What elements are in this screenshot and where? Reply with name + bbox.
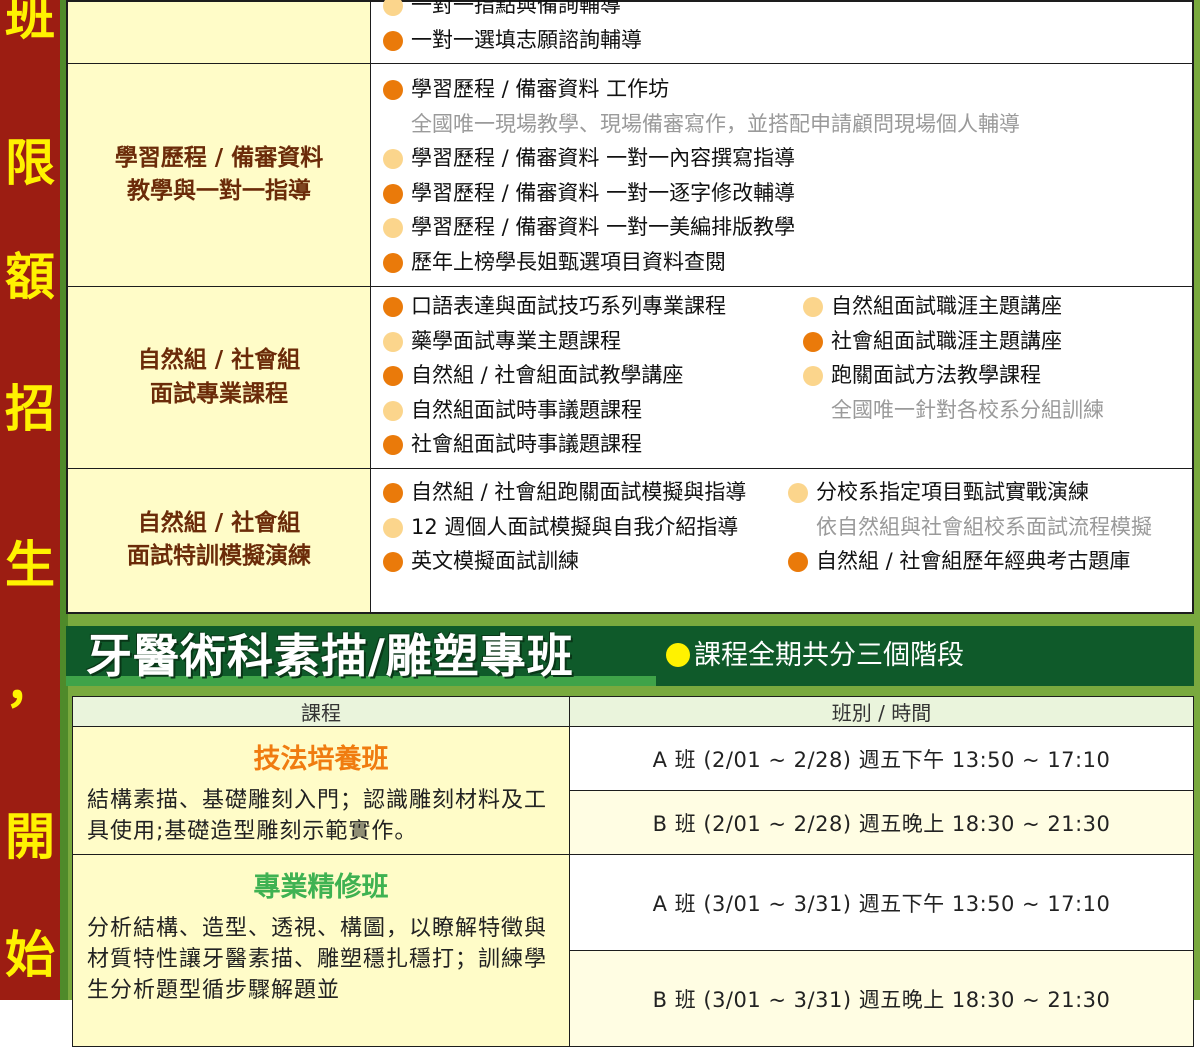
column-header: 課程 [72,696,570,727]
bullet-icon [383,80,403,100]
course-title: 技法培養班 [253,744,389,775]
bullet-icon [788,552,808,572]
bullet-icon [383,435,403,455]
bullet-icon [803,331,823,352]
category-cell [66,0,371,64]
section-title: 牙醫術科素描/雕塑專班 [86,629,574,683]
bullet-icon [666,642,690,667]
course-description: 分析結構、造型、透視、構圖，以瞭解特徵與材質特性讓牙醫素描、雕塑穩扎穩打；訓練學… [87,916,548,1003]
banner-char: ， [5,656,55,714]
list-item: 自然組 / 社會組面試教學講座 [383,358,803,393]
bullet-icon [383,183,403,204]
category-cell: 自然組 / 社會組 面試特訓模擬演練 [66,468,371,613]
list-item: 社會組面試職涯主題講座 [803,324,1192,359]
bullet-icon [383,331,403,352]
schedule-table: 課程 班別 / 時間 技法培養班 結構素描、基礎雕刻入門；認識雕刻材料及工具使用… [72,696,1194,1047]
section-subtitle: 課程全期共分三個階段 [666,626,964,686]
bullet-icon [383,252,403,273]
list-item: 社會組面試時事議題課程 [383,427,803,462]
banner-char: 開 [5,808,55,866]
bullet-icon [383,366,403,386]
vertical-banner: 班 限 額 招 生 ， 開 始 [0,0,60,1000]
course-description: 結構素描、基礎雕刻入門；認識雕刻材料及工具使用;基礎造型雕刻示範實作。 [87,788,548,844]
time-slot: A 班 (2/01 ~ 2/28) 週五下午 13:50 ~ 17:10 [569,726,1194,791]
list-item: 藥學面試專業主題課程 [383,324,803,359]
list-item: 自然組面試職涯主題講座 [803,289,1192,324]
time-slot: B 班 (3/01 ~ 3/31) 週五晚上 18:30 ~ 21:30 [569,950,1194,1047]
list-item: 分校系指定項目甄試實戰演練 [788,475,1192,510]
list-item-note: 依自然組與社會組校系面試流程模擬 [816,514,1152,539]
service-table: 一對一指點與備詢輔導 一對一選填志願諮詢輔導 學習歷程 / 備審資料 教學與一對… [66,0,1194,614]
bullet-icon [803,297,823,317]
banner-char: 額 [5,248,55,306]
bullet-icon [383,218,403,238]
bullet-icon [383,30,403,51]
list-item: 學習歷程 / 備審資料 工作坊 [383,72,1192,107]
category-cell: 自然組 / 社會組 面試專業課程 [66,286,371,469]
list-item: 學習歷程 / 備審資料 一對一美編排版教學 [383,210,1192,245]
list-item-note: 全國唯一現場教學、現場備審寫作，並搭配申請顧問現場個人輔導 [411,111,1020,136]
items-cell: 口語表達與面試技巧系列專業課程 藥學面試專業主題課程 自然組 / 社會組面試教學… [370,286,1194,469]
course-cell: 技法培養班 結構素描、基礎雕刻入門；認識雕刻材料及工具使用;基礎造型雕刻示範實作… [72,726,570,855]
list-item: 跑關面試方法教學課程 [803,358,1192,393]
bullet-icon [383,149,403,169]
bullet-icon [383,0,403,16]
items-cell: 自然組 / 社會組跑關面試模擬與指導 12 週個人面試模擬與自我介紹指導 英文模… [370,468,1194,613]
time-slot: A 班 (3/01 ~ 3/31) 週五下午 13:50 ~ 17:10 [569,854,1194,951]
bullet-icon [788,483,808,503]
bullet-icon [383,400,403,421]
list-item: 一對一選填志願諮詢輔導 [383,23,1192,58]
banner-char: 限 [5,134,55,192]
list-item: 自然組面試時事議題課程 [383,393,803,428]
list-item: 學習歷程 / 備審資料 一對一內容撰寫指導 [383,141,1192,176]
bullet-icon [383,517,403,538]
bullet-icon [383,552,403,572]
banner-char: 招 [5,380,55,438]
list-item: 歷年上榜學長姐甄選項目資料查閱 [383,245,1192,280]
list-item: 12 週個人面試模擬與自我介紹指導 [383,510,788,545]
list-item: 自然組 / 社會組跑關面試模擬與指導 [383,475,788,510]
section-header: 牙醫術科素描/雕塑專班 課程全期共分三個階段 [66,626,1194,686]
category-cell: 學習歷程 / 備審資料 教學與一對一指導 [66,63,371,287]
list-item: 自然組 / 社會組歷年經典考古題庫 [788,544,1192,579]
items-cell: 一對一指點與備詢輔導 一對一選填志願諮詢輔導 [370,0,1194,64]
bullet-icon [803,366,823,386]
list-item: 學習歷程 / 備審資料 一對一逐字修改輔導 [383,176,1192,211]
list-item: 口語表達與面試技巧系列專業課程 [383,289,803,324]
banner-char: 班 [5,0,55,46]
bullet-icon [383,297,403,317]
bullet-icon [383,483,403,503]
course-cell: 專業精修班 分析結構、造型、透視、構圖，以瞭解特徵與材質特性讓牙醫素描、雕塑穩扎… [72,854,570,1047]
list-item-note: 全國唯一針對各校系分組訓練 [831,397,1104,422]
list-item: 英文模擬面試訓練 [383,544,788,579]
column-header: 班別 / 時間 [569,696,1194,727]
banner-char: 生 [5,536,55,594]
items-cell: 學習歷程 / 備審資料 工作坊 全國唯一現場教學、現場備審寫作，並搭配申請顧問現… [370,63,1194,287]
time-slot: B 班 (2/01 ~ 2/28) 週五晚上 18:30 ~ 21:30 [569,790,1194,855]
list-item: 一對一指點與備詢輔導 [383,0,1192,23]
course-title: 專業精修班 [253,872,389,903]
banner-char: 始 [5,926,55,984]
